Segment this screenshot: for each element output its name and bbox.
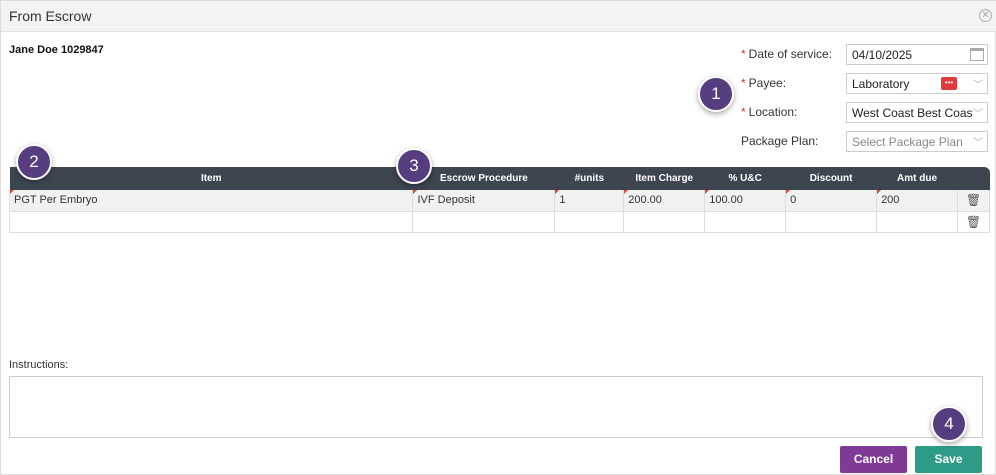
col-actions xyxy=(957,167,990,190)
save-button[interactable]: Save xyxy=(915,446,982,473)
table-row: PGT Per Embryo IVF Deposit 1 200.00 100.… xyxy=(8,190,991,212)
step-badge-3: 3 xyxy=(396,148,432,184)
uc-cell[interactable]: 100.00 xyxy=(704,190,786,212)
location-value: West Coast Best Coast xyxy=(852,106,976,120)
location-label: * Location: xyxy=(741,105,797,119)
date-label: * Date of service: xyxy=(741,47,832,61)
charge-cell[interactable] xyxy=(623,211,705,233)
patient-name: Jane Doe 1029847 xyxy=(9,44,104,56)
col-units: #units xyxy=(554,167,624,190)
uc-cell[interactable] xyxy=(704,211,786,233)
step-badge-2: 2 xyxy=(16,144,52,180)
charge-cell[interactable]: 200.00 xyxy=(623,190,705,212)
location-select[interactable]: West Coast Best Coast ﹀ xyxy=(846,102,988,123)
chevron-down-icon: ﹀ xyxy=(973,105,983,120)
required-mark: * xyxy=(741,76,746,90)
table-row: 🗑 xyxy=(8,211,991,233)
col-discount: Discount xyxy=(785,167,877,190)
package-plan-select[interactable]: Select Package Plan ﹀ xyxy=(846,131,988,152)
package-plan-placeholder: Select Package Plan xyxy=(852,135,963,149)
card-icon[interactable]: ••• xyxy=(941,77,957,90)
payee-select[interactable]: Laboratory ••• ﹀ xyxy=(846,73,988,94)
cancel-button[interactable]: Cancel xyxy=(840,446,907,473)
discount-cell[interactable]: 0 xyxy=(785,190,877,212)
payee-label: * Payee: xyxy=(741,76,786,90)
chevron-down-icon: ﹀ xyxy=(973,138,983,149)
col-uc: % U&C xyxy=(704,167,786,190)
escrow-items-table: Item Escrow Procedure #units Item Charge… xyxy=(8,167,991,233)
dialog-titlebar xyxy=(1,1,996,32)
trash-icon[interactable]: 🗑 xyxy=(956,190,991,212)
chevron-down-icon: ﹀ xyxy=(973,80,983,91)
payee-value: Laboratory xyxy=(852,77,910,91)
step-badge-4: 4 xyxy=(931,406,967,442)
required-mark: * xyxy=(741,47,746,61)
discount-cell[interactable] xyxy=(785,211,877,233)
col-amt-due: Amt due xyxy=(876,167,958,190)
instructions-textarea[interactable] xyxy=(9,376,983,438)
table-header: Item Escrow Procedure #units Item Charge… xyxy=(9,167,990,190)
procedure-cell[interactable] xyxy=(412,211,555,233)
date-value: 04/10/2025 xyxy=(852,48,913,62)
calendar-icon[interactable] xyxy=(970,48,984,61)
trash-icon[interactable]: 🗑 xyxy=(956,211,991,233)
item-cell[interactable]: PGT Per Embryo xyxy=(8,190,413,212)
col-item: Item xyxy=(9,167,413,190)
units-cell[interactable]: 1 xyxy=(554,190,624,212)
location-label-text: Location: xyxy=(748,105,798,119)
item-cell[interactable] xyxy=(8,211,413,233)
close-circle-icon[interactable]: ✕ xyxy=(979,9,992,22)
payee-label-text: Payee: xyxy=(748,76,787,90)
required-mark: * xyxy=(741,105,746,119)
units-cell[interactable] xyxy=(554,211,624,233)
instructions-label: Instructions: xyxy=(9,359,69,371)
date-of-service-input[interactable]: 04/10/2025 xyxy=(846,44,988,65)
package-plan-label: Package Plan: xyxy=(741,134,819,148)
amt-due-cell[interactable]: 200 xyxy=(876,190,958,212)
step-badge-1: 1 xyxy=(698,76,734,112)
date-label-text: Date of service: xyxy=(748,47,833,61)
col-escrow-procedure: Escrow Procedure xyxy=(412,167,555,190)
procedure-cell[interactable]: IVF Deposit xyxy=(412,190,555,212)
amt-due-cell[interactable] xyxy=(876,211,958,233)
col-item-charge: Item Charge xyxy=(623,167,705,190)
dialog-title: From Escrow xyxy=(9,8,92,24)
